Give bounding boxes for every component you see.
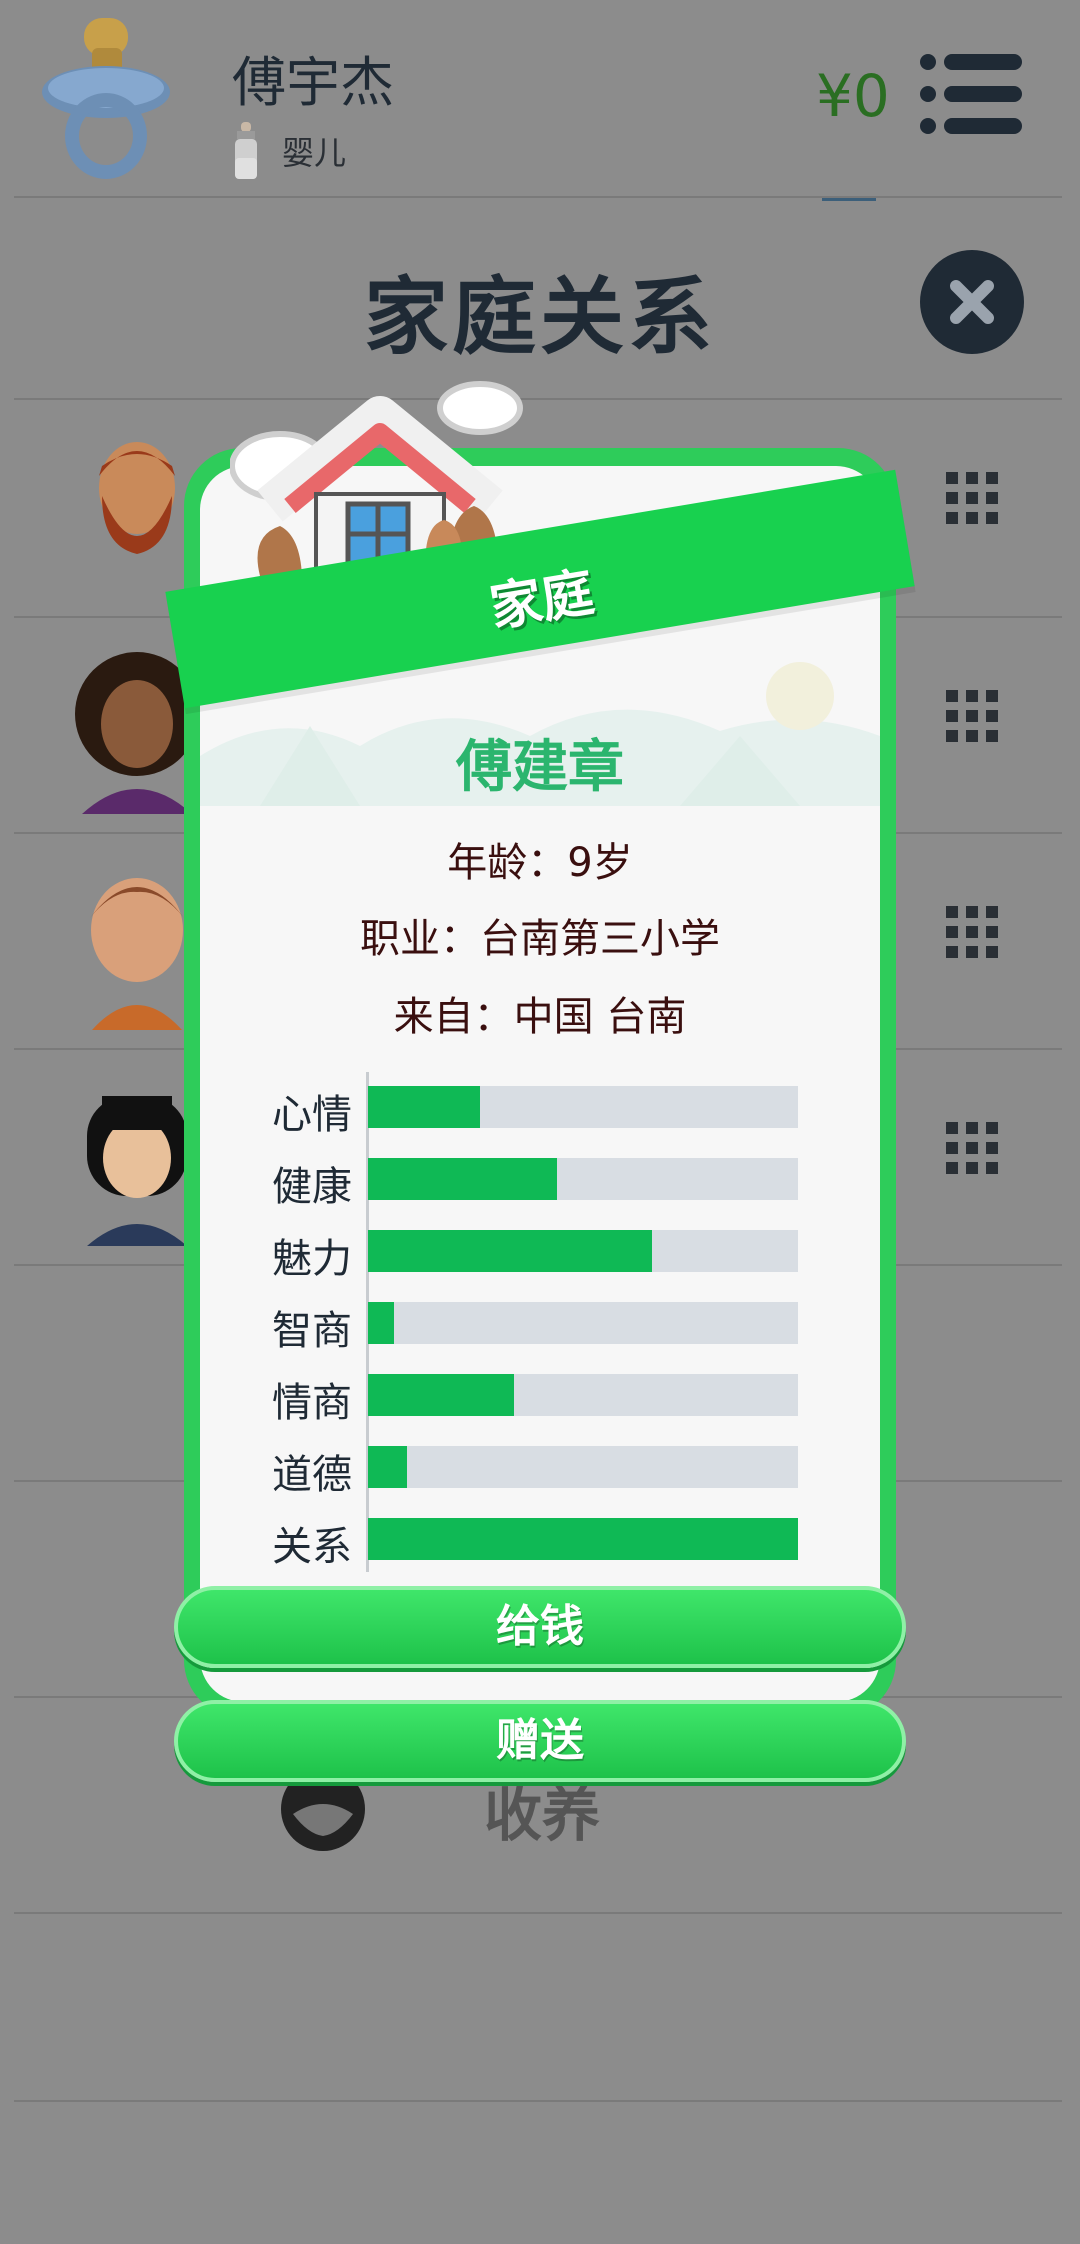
member-name: 傅建章: [456, 735, 624, 800]
money-balance: ¥0: [816, 62, 890, 130]
stat-label: 道德: [272, 1452, 352, 1498]
life-stage: 婴儿: [232, 122, 346, 180]
member-age: 年龄：9岁: [447, 840, 633, 886]
stat-label: 魅力: [272, 1236, 352, 1282]
stat-bar-fill: [368, 1158, 558, 1200]
stat-label: 智商: [272, 1308, 352, 1354]
menu-icon[interactable]: [918, 52, 1024, 136]
member-origin: 来自：中国 台南: [393, 994, 687, 1040]
top-bar: 傅宇杰 婴儿 ¥0: [0, 0, 1080, 196]
life-stage-label: 婴儿: [282, 134, 347, 172]
stat-label: 关系: [272, 1524, 352, 1570]
grid-menu-icon: [946, 906, 998, 958]
section-title: 家庭关系: [363, 268, 716, 366]
stat-bar-track: [368, 1302, 798, 1344]
stat-bar-fill: [368, 1230, 652, 1272]
divider: [14, 196, 1062, 198]
member-job: 职业：台南第三小学: [360, 916, 720, 962]
gift-button[interactable]: 赠送: [174, 1700, 906, 1782]
stat-bar-track: [368, 1230, 798, 1272]
stat-bar-track: [368, 1086, 798, 1128]
stat-bar-track: [368, 1518, 798, 1560]
stat-bar-fill: [368, 1374, 515, 1416]
stat-label: 健康: [272, 1164, 352, 1210]
stat-label: 情商: [272, 1380, 352, 1426]
divider: [14, 1912, 1062, 1914]
player-name: 傅宇杰: [232, 51, 394, 114]
divider: [14, 398, 1062, 400]
grid-menu-icon: [946, 690, 998, 742]
money-underline: [822, 198, 876, 201]
stat-bar-fill: [368, 1446, 407, 1488]
give-money-button[interactable]: 给钱: [174, 1586, 906, 1668]
stat-bar-fill: [368, 1302, 394, 1344]
stat-bar-fill: [368, 1086, 480, 1128]
grid-menu-icon: [946, 1122, 998, 1174]
stat-bar-track: [368, 1158, 798, 1200]
close-icon: [950, 280, 994, 324]
stat-label: 心情: [272, 1092, 352, 1138]
divider: [14, 2100, 1062, 2102]
baby-bottle-icon: [235, 122, 257, 179]
stat-bar-track: [368, 1446, 798, 1488]
pacifier-icon: [42, 18, 170, 179]
grid-menu-icon: [946, 472, 998, 524]
stat-bar-track: [368, 1374, 798, 1416]
close-button[interactable]: [920, 250, 1024, 354]
stat-bar-fill: [368, 1518, 798, 1560]
